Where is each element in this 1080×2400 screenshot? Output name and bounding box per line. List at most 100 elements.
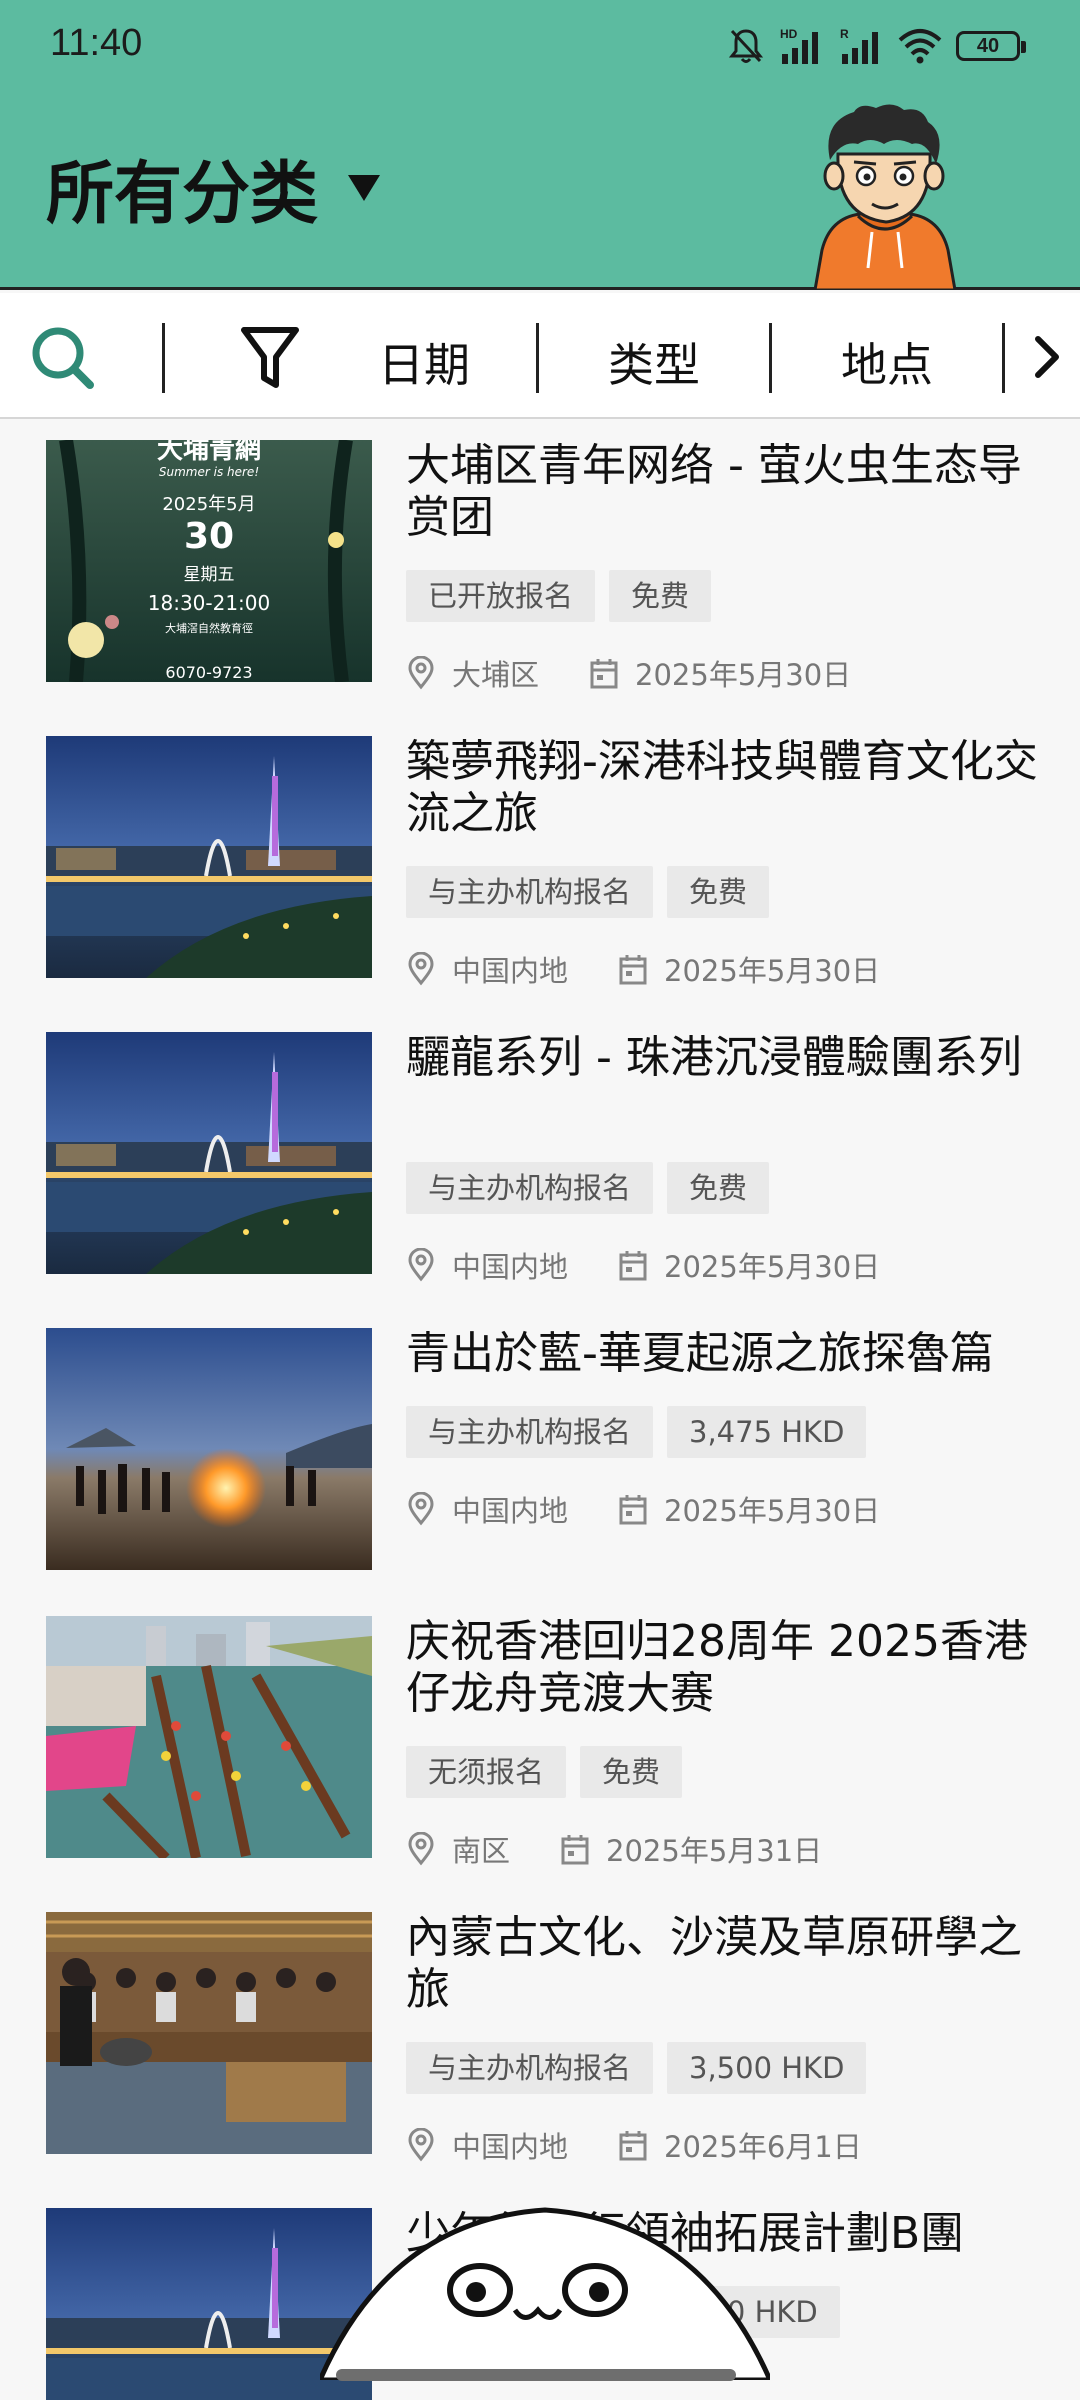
poster-day: 30 [184, 516, 234, 557]
calendar-icon [561, 1835, 589, 1865]
event-thumbnail[interactable] [46, 1032, 372, 1274]
mascot-avatar [813, 104, 957, 290]
poster-title: 大埔青網 [157, 440, 261, 465]
event-date: 2025年5月30日 [635, 658, 852, 692]
poster-subtitle: Summer is here! [159, 465, 259, 479]
event-meta: 中国内地 2025年6月1日 [406, 2124, 862, 2166]
location-pin-icon [408, 2128, 434, 2162]
event-location: 中国内地 [452, 954, 569, 988]
event-meta: 大埔区 2025年5月30日 [406, 652, 851, 694]
r-signal-icon: R [840, 27, 878, 64]
status-time: 11:40 [50, 22, 143, 64]
event-meta: 中国内地 2025年5月30日 [406, 1244, 880, 1286]
event-date: 2025年5月31日 [606, 1834, 823, 1868]
app-header: 11:40 HD R 40 所有分类 [0, 0, 1080, 290]
divider [1002, 323, 1005, 393]
event-date: 2025年5月30日 [664, 954, 881, 988]
location-pin-icon [408, 656, 434, 690]
event-date: 2025年5月30日 [664, 1494, 881, 1528]
category-selector[interactable]: 所有分类 [46, 138, 381, 237]
calendar-icon [619, 1251, 647, 1281]
mute-bell-icon [728, 29, 764, 63]
price-tag: 免费 [580, 1746, 683, 1798]
canton-tower-image [46, 736, 372, 978]
event-title[interactable]: 青出於藍-華夏起源之旅探魯篇 [406, 1328, 1046, 1380]
event-thumbnail[interactable] [46, 736, 372, 978]
event-tags: 与主办机构报名 3,475 HKD [406, 1406, 867, 1458]
event-title[interactable]: 驪龍系列 - 珠港沉浸體驗團系列 [406, 1032, 1046, 1084]
price-tag: 3,475 HKD [667, 1406, 867, 1458]
home-indicator[interactable] [336, 2369, 736, 2381]
registration-tag: 与主办机构报名 [406, 2042, 654, 2094]
price-tag: 免费 [667, 866, 770, 918]
funnel-icon[interactable] [240, 325, 300, 391]
status-bar: 11:40 HD R 40 [0, 0, 1080, 90]
location-pin-icon [408, 1492, 434, 1526]
event-meta: 中国内地 2025年5月30日 [406, 948, 880, 990]
dragon-boat-image [46, 1616, 372, 1858]
bonfire-dance-image [46, 1328, 372, 1570]
event-tags: 与主办机构报名 3,500 HKD [406, 2042, 867, 2094]
wifi-icon [898, 29, 942, 64]
divider [769, 323, 772, 393]
calendar-icon [619, 955, 647, 985]
event-location: 中国内地 [452, 2130, 569, 2164]
event-thumbnail[interactable] [46, 1912, 372, 2154]
registration-tag: 与主办机构报名 [406, 1162, 654, 1214]
registration-tag: 与主办机构报名 [406, 1406, 654, 1458]
event-thumbnail[interactable] [46, 1616, 372, 1858]
event-tags: 与主办机构报名 免费 [406, 866, 770, 918]
event-title[interactable]: 築夢飛翔-深港科技與體育文化交流之旅 [406, 736, 1046, 840]
event-title[interactable]: 大埔区青年网络 - 萤火虫生态导赏团 [406, 440, 1046, 544]
calendar-icon [590, 659, 618, 689]
poster-month: 2025年5月 [162, 494, 255, 515]
canton-tower-image [46, 1032, 372, 1274]
event-location: 大埔区 [452, 658, 540, 692]
location-pin-icon [408, 1248, 434, 1282]
registration-tag: 已开放报名 [406, 570, 596, 622]
filter-bar: 日期 类型 地点 [0, 293, 1080, 419]
calendar-icon [619, 2131, 647, 2161]
location-pin-icon [408, 1832, 434, 1866]
registration-tag: 无须报名 [406, 1746, 567, 1798]
event-thumbnail[interactable] [46, 1328, 372, 1570]
event-location: 南区 [452, 1834, 511, 1868]
event-tags: 与主办机构报名 免费 [406, 1162, 770, 1214]
event-thumbnail[interactable]: 大埔青網 Summer is here! 2025年5月 30 星期五 18:3… [46, 440, 372, 682]
battery-icon: 40 [956, 31, 1026, 61]
svg-text:HD: HD [780, 27, 798, 41]
poster-phone: 6070-9723 [165, 663, 252, 682]
location-pin-icon [408, 952, 434, 986]
floating-mascot-button[interactable] [320, 2180, 770, 2380]
event-date: 2025年5月30日 [664, 1250, 881, 1284]
price-tag: 3,500 HKD [667, 2042, 867, 2094]
svg-text:R: R [840, 27, 849, 41]
hd-signal-icon: HD [780, 27, 818, 64]
event-meta: 中国内地 2025年5月30日 [406, 1488, 880, 1530]
firefly-poster-image: 大埔青網 Summer is here! 2025年5月 30 星期五 18:3… [46, 440, 372, 682]
chevron-right-icon[interactable] [1030, 331, 1066, 383]
caret-down-icon[interactable] [348, 174, 381, 201]
registration-tag: 与主办机构报名 [406, 866, 654, 918]
event-title[interactable]: 內蒙古文化、沙漠及草原研學之旅 [406, 1912, 1046, 2016]
price-tag: 免费 [667, 1162, 770, 1214]
search-icon[interactable] [28, 323, 98, 393]
date-filter[interactable]: 日期 [378, 329, 470, 395]
event-tags: 已开放报名 免费 [406, 570, 712, 622]
event-tags: 无须报名 免费 [406, 1746, 683, 1798]
poster-weekday: 星期五 [184, 565, 235, 585]
status-icons: HD R 40 [728, 24, 1026, 68]
event-title[interactable]: 庆祝香港回归28周年 2025香港仔龙舟竞渡大赛 [406, 1616, 1046, 1720]
calendar-icon [619, 1495, 647, 1525]
divider [162, 323, 165, 393]
page-title[interactable]: 所有分类 [46, 138, 318, 237]
event-location: 中国内地 [452, 1494, 569, 1528]
price-tag: 免费 [609, 570, 712, 622]
event-meta: 南区 2025年5月31日 [406, 1828, 822, 1870]
poster-venue: 大埔滘自然教育徑 [165, 621, 253, 635]
location-filter[interactable]: 地点 [841, 329, 933, 395]
type-filter[interactable]: 类型 [608, 329, 700, 395]
divider [536, 323, 539, 393]
event-date: 2025年6月1日 [664, 2130, 862, 2164]
yurt-gathering-image [46, 1912, 372, 2154]
